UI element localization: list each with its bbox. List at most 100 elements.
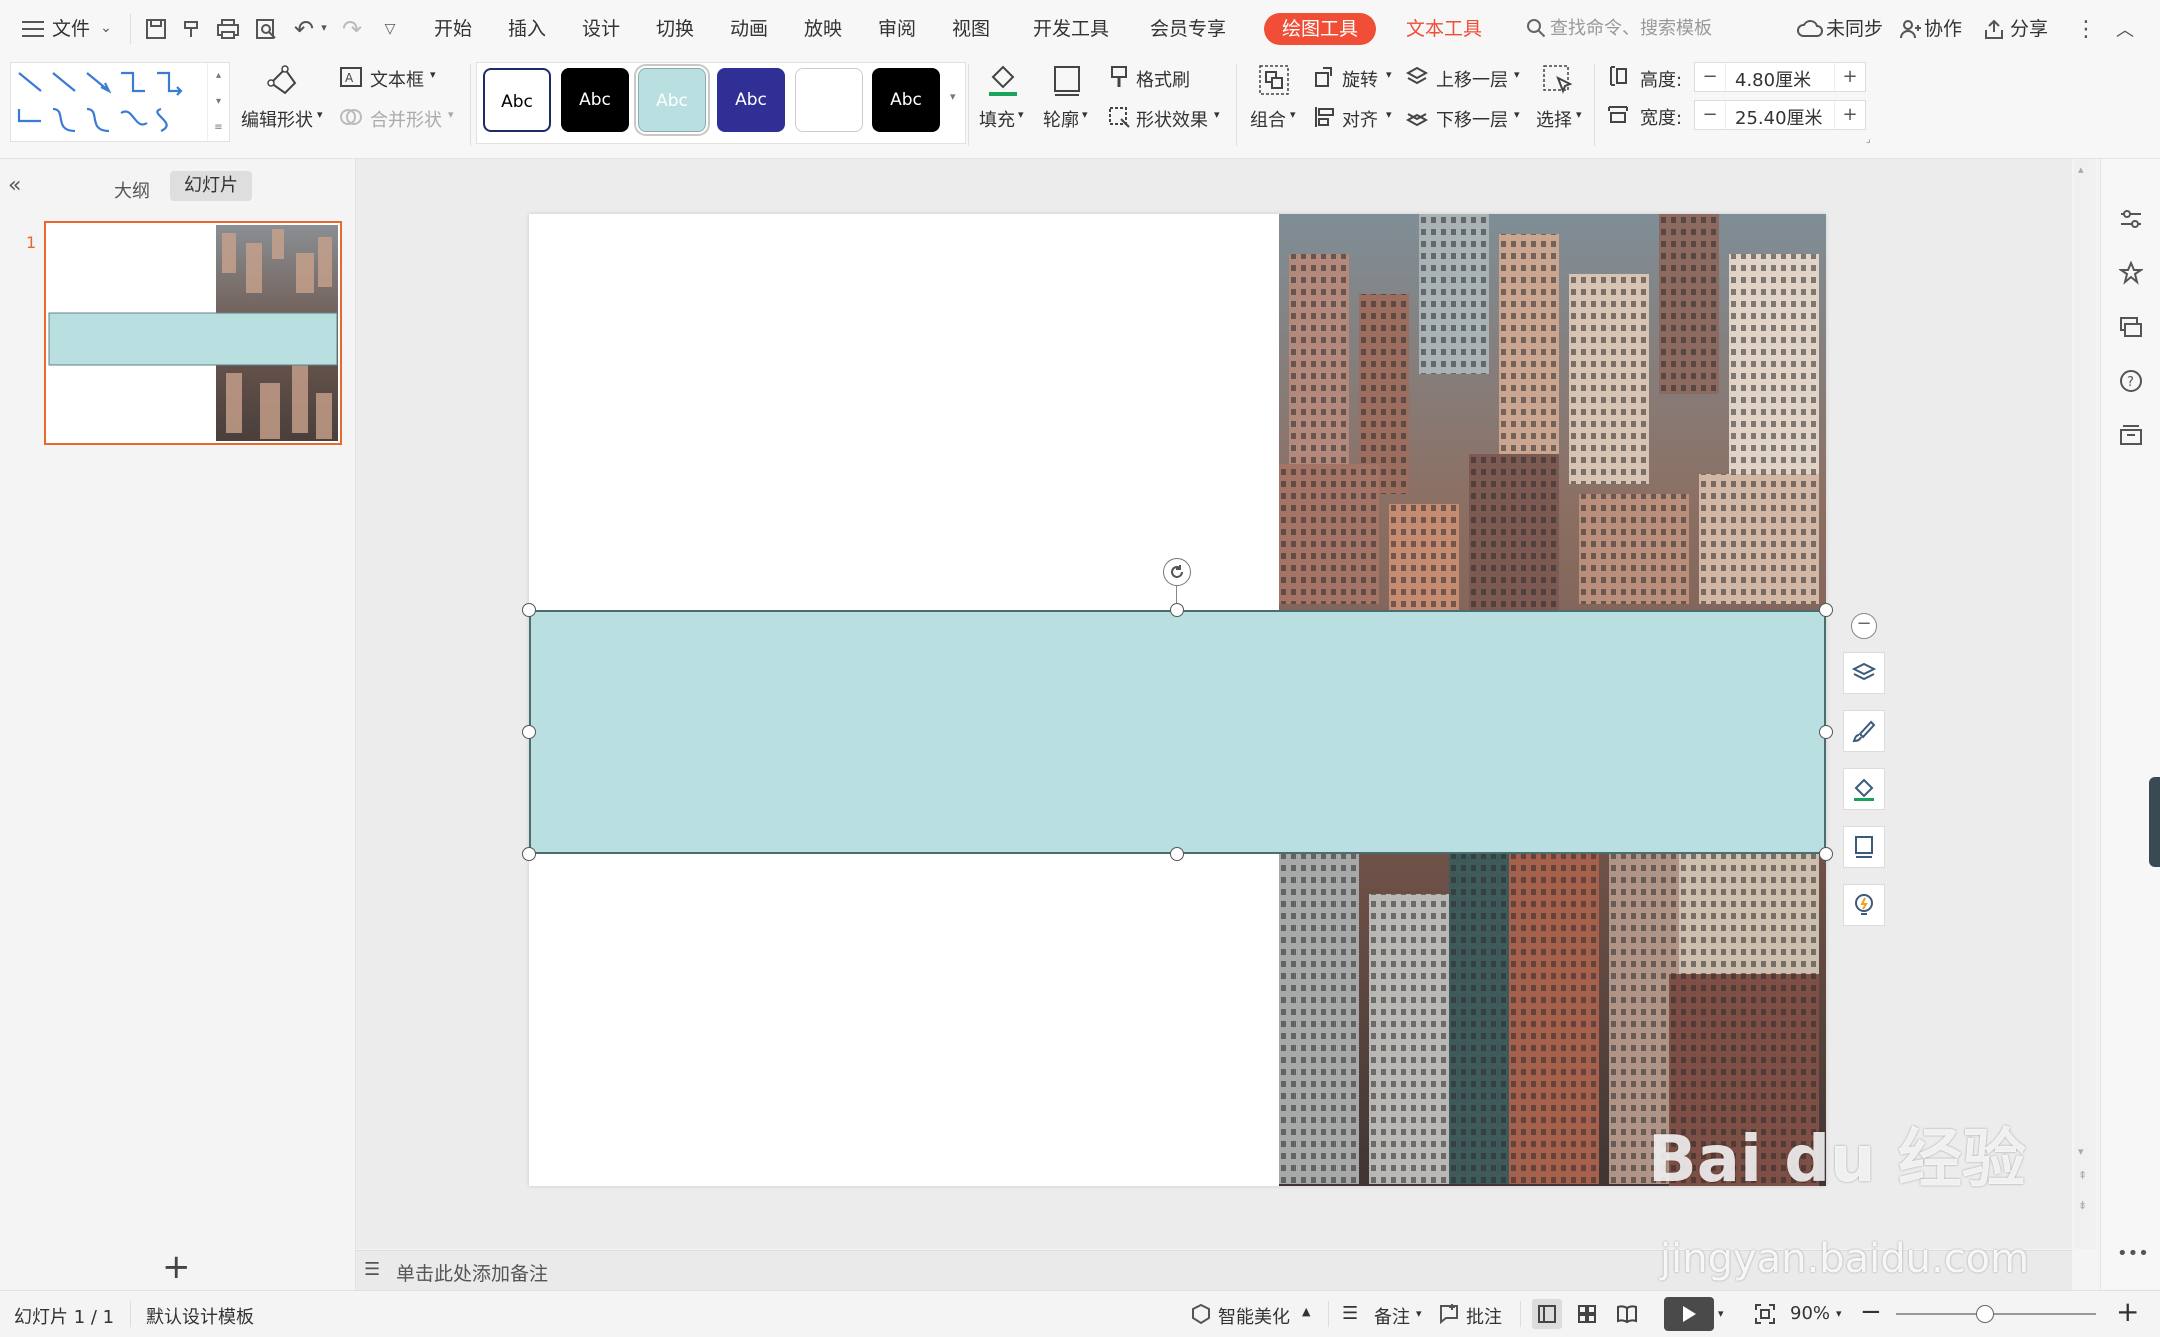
tab-review[interactable]: 审阅 <box>878 14 916 41</box>
resize-handle-top[interactable] <box>1170 603 1184 617</box>
redo-icon[interactable]: ↷ <box>338 15 366 43</box>
edit-shape-button[interactable]: 编辑形状 <box>241 106 313 132</box>
collapse-quickbar-icon[interactable]: − <box>1851 613 1877 639</box>
collapse-ribbon-icon[interactable]: ︿ <box>2112 14 2138 44</box>
outline-icon[interactable] <box>1843 826 1885 868</box>
resize-handle-top-left[interactable] <box>522 603 536 617</box>
print-icon[interactable] <box>214 15 242 43</box>
rotate-icon[interactable] <box>1312 64 1338 90</box>
chevron-down-icon[interactable]: ▾ <box>1514 68 1520 81</box>
more-icon[interactable]: ⋮ <box>2075 14 2097 44</box>
gallery-expand-icon[interactable]: ▾ <box>950 90 956 103</box>
shape-effect-icon[interactable] <box>1106 104 1132 130</box>
outline-icon[interactable] <box>1048 60 1086 100</box>
collaborate-button[interactable]: 协作 <box>1924 14 1962 41</box>
chevron-down-icon[interactable]: ▾ <box>1836 1307 1842 1320</box>
search-icon[interactable] <box>1524 16 1548 40</box>
save-icon[interactable] <box>142 15 170 43</box>
brush-icon[interactable] <box>1843 710 1885 752</box>
scroll-down-icon[interactable]: ▾ <box>2078 1145 2084 1158</box>
slide-thumbnail[interactable] <box>44 221 342 445</box>
collaborate-icon[interactable] <box>1898 16 1922 42</box>
slide-sorter-icon[interactable] <box>1572 1299 1602 1329</box>
height-input[interactable]: 4.80厘米 <box>1735 66 1811 92</box>
chevron-down-icon[interactable]: ▾ <box>1290 108 1296 121</box>
decrease-icon[interactable]: − <box>1695 63 1726 91</box>
fit-window-icon[interactable] <box>1752 1301 1778 1327</box>
hamburger-icon[interactable] <box>20 16 46 42</box>
file-menu[interactable]: 文件 <box>52 14 90 41</box>
select-button[interactable]: 选择 <box>1536 106 1572 132</box>
cloud-sync-icon[interactable] <box>1796 16 1824 42</box>
tab-transition[interactable]: 切换 <box>656 14 694 41</box>
prev-slide-icon[interactable]: ⇞ <box>2078 1169 2087 1182</box>
zoom-in-icon[interactable]: + <box>2116 1295 2139 1328</box>
next-slide-icon[interactable]: ⇟ <box>2078 1199 2087 1212</box>
star-icon[interactable] <box>2117 259 2145 287</box>
collapse-panel-icon[interactable]: « <box>8 173 21 198</box>
tab-home[interactable]: 开始 <box>434 14 472 41</box>
tab-slideshow[interactable]: 放映 <box>804 14 842 41</box>
chevron-down-icon[interactable]: ▾ <box>1576 108 1582 121</box>
chevron-down-icon[interactable]: ▾ <box>1416 1307 1422 1320</box>
side-handle[interactable] <box>2149 777 2160 867</box>
layers-icon[interactable] <box>1843 652 1885 694</box>
notes-placeholder[interactable]: 单击此处添加备注 <box>396 1259 548 1286</box>
command-search-input[interactable]: 查找命令、搜索模板 <box>1550 14 1712 40</box>
align-icon[interactable] <box>1312 104 1338 130</box>
resize-handle-bottom[interactable] <box>1170 847 1184 861</box>
chevron-down-icon[interactable]: ▾ <box>1718 1307 1724 1320</box>
sync-status[interactable]: 未同步 <box>1826 14 1883 41</box>
chevron-down-icon[interactable]: ▾ <box>1082 108 1088 121</box>
chevron-down-icon[interactable]: ⌄ <box>98 18 114 38</box>
zoom-slider-thumb[interactable] <box>1976 1305 1994 1323</box>
chevron-down-icon[interactable]: ▾ <box>1514 108 1520 121</box>
group-icon[interactable] <box>1256 62 1292 98</box>
comment-icon[interactable] <box>1436 1301 1462 1327</box>
tab-drawing-tools[interactable]: 绘图工具 <box>1264 13 1376 45</box>
tab-slides[interactable]: 幻灯片 <box>170 171 252 201</box>
zoom-slider-track[interactable] <box>1896 1313 2096 1315</box>
chevron-down-icon[interactable]: ▾ <box>430 68 436 81</box>
reading-view-icon[interactable] <box>1612 1299 1642 1329</box>
selected-rectangle-shape[interactable] <box>529 610 1826 854</box>
tab-outline[interactable]: 大纲 <box>114 177 150 203</box>
scroll-up-icon[interactable]: ▴ <box>2078 163 2084 176</box>
chevron-down-icon[interactable]: ▾ <box>1214 108 1220 121</box>
shape-effect-button[interactable]: 形状效果 <box>1136 106 1208 132</box>
select-icon[interactable] <box>1540 62 1578 100</box>
edit-shape-icon[interactable] <box>262 60 304 102</box>
tab-insert[interactable]: 插入 <box>508 14 546 41</box>
backup-icon[interactable] <box>2117 421 2145 449</box>
customize-toolbar-icon[interactable]: ▽ <box>378 17 402 41</box>
resize-handle-right[interactable] <box>1819 725 1833 739</box>
fill-bucket-icon[interactable] <box>1843 768 1885 810</box>
width-stepper[interactable]: − 25.40厘米 + <box>1694 100 1866 130</box>
format-painter-button[interactable]: 格式刷 <box>1136 66 1190 92</box>
normal-view-icon[interactable] <box>1532 1299 1562 1329</box>
notes-toggle-icon[interactable]: ☰ <box>1342 1303 1358 1324</box>
comments-button[interactable]: 批注 <box>1466 1303 1502 1329</box>
bring-forward-icon[interactable] <box>1404 64 1430 90</box>
chevron-down-icon[interactable]: ▾ <box>317 108 323 121</box>
outline-button[interactable]: 轮廓 <box>1043 106 1079 132</box>
tab-view[interactable]: 视图 <box>952 14 990 41</box>
shape-gallery[interactable]: ▴ ▾ ≡ <box>10 62 230 142</box>
style-preset-indigo[interactable]: Abc <box>717 68 785 132</box>
more-options-icon[interactable]: ••• <box>2117 1243 2149 1264</box>
play-slideshow-button[interactable] <box>1664 1297 1714 1331</box>
print-preview-icon[interactable] <box>252 15 280 43</box>
height-stepper[interactable]: − 4.80厘米 + <box>1694 62 1866 92</box>
tab-text-tools[interactable]: 文本工具 <box>1406 14 1482 41</box>
rotate-handle-icon[interactable] <box>1163 558 1191 586</box>
bring-forward-button[interactable]: 上移一层 <box>1436 66 1508 92</box>
width-input[interactable]: 25.40厘米 <box>1735 104 1823 130</box>
tab-developer[interactable]: 开发工具 <box>1033 14 1109 41</box>
chevron-down-icon[interactable]: ▾ <box>318 20 330 34</box>
resize-handle-bottom-right[interactable] <box>1819 847 1833 861</box>
decrease-icon[interactable]: − <box>1695 101 1726 129</box>
share-icon[interactable] <box>1982 16 2006 42</box>
slides-library-icon[interactable] <box>2117 313 2145 341</box>
design-template-label[interactable]: 默认设计模板 <box>146 1303 254 1329</box>
increase-icon[interactable]: + <box>1834 101 1865 129</box>
